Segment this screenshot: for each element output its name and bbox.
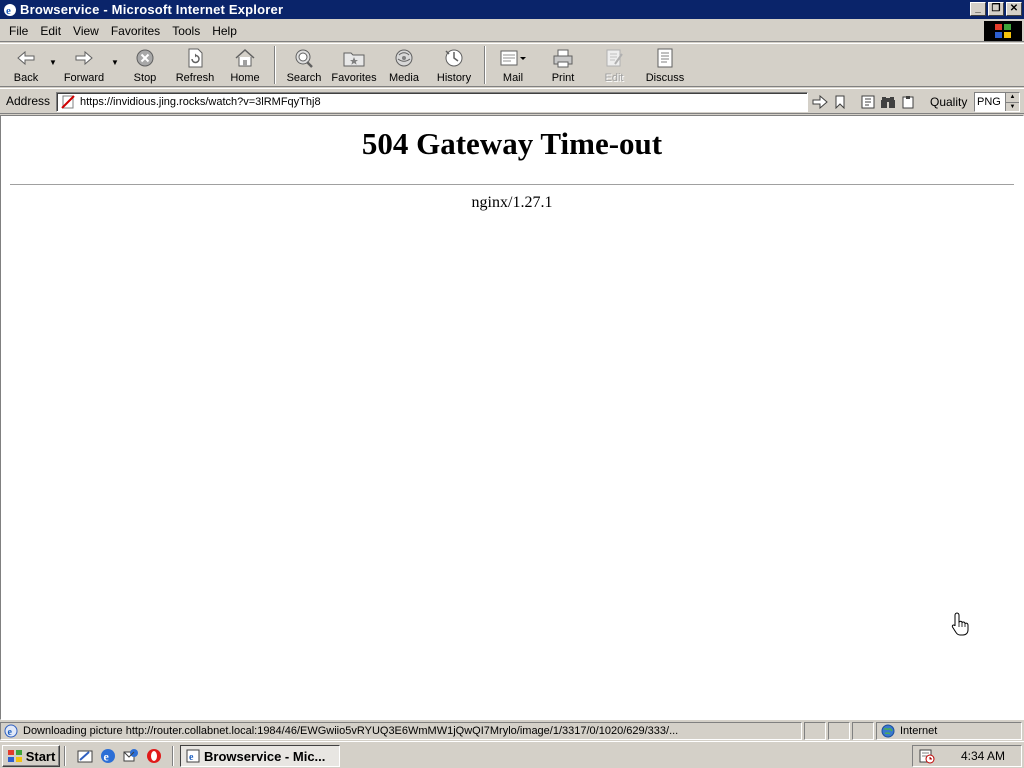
- refresh-icon: [186, 47, 204, 69]
- globe-icon: [881, 724, 895, 738]
- discuss-button[interactable]: Discuss: [638, 44, 692, 86]
- home-button[interactable]: Home: [220, 44, 270, 86]
- toolbar-separator: [274, 46, 276, 84]
- history-button[interactable]: History: [428, 44, 480, 86]
- status-pane: [852, 722, 874, 740]
- bookmark-icon[interactable]: [830, 93, 850, 111]
- history-icon: [443, 47, 465, 69]
- status-text: Downloading picture http://router.collab…: [23, 725, 679, 737]
- url-input[interactable]: [80, 96, 780, 108]
- menu-favorites[interactable]: Favorites: [106, 24, 165, 38]
- restore-button[interactable]: ❐: [988, 2, 1004, 16]
- quality-spinner[interactable]: ▲ ▼: [1005, 93, 1019, 111]
- menu-bar: File Edit View Favorites Tools Help: [0, 20, 1024, 42]
- forward-button[interactable]: Forward: [58, 44, 110, 86]
- hand-cursor-icon: [951, 612, 969, 639]
- page-viewport[interactable]: 504 Gateway Time-out nginx/1.27.1: [0, 115, 1024, 720]
- print-icon: [552, 47, 574, 69]
- clipboard-icon[interactable]: [898, 93, 918, 111]
- status-pane: [828, 722, 850, 740]
- status-pane: [804, 722, 826, 740]
- forward-dropdown[interactable]: ▼: [110, 44, 120, 67]
- ie-icon: e: [2, 2, 18, 18]
- title-bar[interactable]: e Browservice - Microsoft Internet Explo…: [0, 0, 1024, 19]
- show-desktop-icon[interactable]: [76, 747, 94, 765]
- browser-window: e Browservice - Microsoft Internet Explo…: [0, 0, 1024, 741]
- back-dropdown[interactable]: ▼: [48, 44, 58, 67]
- outlook-express-icon[interactable]: [122, 747, 140, 765]
- start-button[interactable]: Start: [2, 745, 60, 767]
- taskbar-separator: [64, 746, 66, 766]
- zone-label: Internet: [900, 725, 938, 737]
- menu-edit[interactable]: Edit: [35, 24, 66, 38]
- find-binoculars-icon[interactable]: [878, 93, 898, 111]
- chevron-down-icon: ▼: [111, 58, 119, 67]
- standard-toolbar: Back ▼ Forward ▼ Stop Refresh Home Searc…: [0, 43, 1024, 87]
- minimize-button[interactable]: _: [970, 2, 986, 16]
- clock[interactable]: 4:34 AM: [961, 749, 1005, 763]
- menu-file[interactable]: File: [4, 24, 33, 38]
- menu-view[interactable]: View: [68, 24, 104, 38]
- horizontal-rule: [10, 184, 1014, 185]
- insecure-page-icon: [60, 94, 76, 110]
- discuss-icon: [655, 47, 675, 69]
- media-button[interactable]: Media: [380, 44, 428, 86]
- ie-page-icon: e: [185, 748, 201, 764]
- page-loading-icon: e: [3, 724, 19, 738]
- status-bar: e Downloading picture http://router.coll…: [0, 721, 1024, 741]
- internet-explorer-icon[interactable]: e: [99, 747, 117, 765]
- search-icon: [293, 47, 315, 69]
- svg-text:e: e: [8, 727, 13, 738]
- close-button[interactable]: ✕: [1006, 2, 1022, 16]
- svg-text:e: e: [6, 5, 11, 17]
- opera-icon[interactable]: [145, 747, 163, 765]
- quality-select[interactable]: PNG ▲ ▼: [974, 92, 1020, 112]
- home-icon: [234, 47, 256, 69]
- taskbar: Start e e Browservice - Mic... 4:34 AM: [0, 741, 1024, 768]
- back-button[interactable]: Back: [4, 44, 48, 86]
- forward-arrow-icon: [74, 47, 94, 69]
- menu-help[interactable]: Help: [207, 24, 242, 38]
- svg-text:e: e: [104, 750, 110, 764]
- windows-logo-icon: [984, 21, 1022, 41]
- go-arrow-icon[interactable]: [810, 93, 830, 111]
- address-bar: Address Quality PNG ▲ ▼: [0, 88, 1024, 114]
- windows-flag-icon: [7, 749, 23, 763]
- chevron-down-icon: ▼: [49, 58, 57, 67]
- edit-icon: [604, 47, 624, 69]
- favorites-button[interactable]: Favorites: [328, 44, 380, 86]
- search-button[interactable]: Search: [280, 44, 328, 86]
- menu-tools[interactable]: Tools: [167, 24, 205, 38]
- security-zone: Internet: [876, 722, 1022, 740]
- stop-icon: [135, 47, 155, 69]
- address-field[interactable]: [56, 92, 808, 112]
- window-title: Browservice - Microsoft Internet Explore…: [20, 2, 284, 17]
- stop-button[interactable]: Stop: [120, 44, 170, 86]
- back-arrow-icon: [16, 47, 36, 69]
- address-label: Address: [6, 94, 51, 108]
- quality-label: Quality: [930, 95, 968, 109]
- media-icon: [393, 47, 415, 69]
- print-button[interactable]: Print: [536, 44, 590, 86]
- scheduler-icon[interactable]: [919, 748, 935, 764]
- page-heading: 504 Gateway Time-out: [361, 126, 663, 161]
- status-text-pane: e Downloading picture http://router.coll…: [0, 722, 802, 740]
- mail-icon: [499, 47, 527, 69]
- mail-button[interactable]: Mail: [490, 44, 536, 86]
- edit-button[interactable]: Edit: [590, 44, 638, 86]
- server-signature: nginx/1.27.1: [471, 194, 553, 211]
- spin-up-icon[interactable]: ▲: [1006, 93, 1019, 103]
- svg-text:e: e: [189, 752, 194, 763]
- page-open-icon[interactable]: [858, 93, 878, 111]
- refresh-button[interactable]: Refresh: [170, 44, 220, 86]
- taskbar-separator: [172, 746, 174, 766]
- toolbar-separator: [484, 46, 486, 84]
- taskbar-button-browservice[interactable]: e Browservice - Mic...: [180, 745, 340, 767]
- favorites-icon: [343, 47, 365, 69]
- spin-down-icon[interactable]: ▼: [1006, 103, 1019, 112]
- system-tray: 4:34 AM: [912, 745, 1022, 767]
